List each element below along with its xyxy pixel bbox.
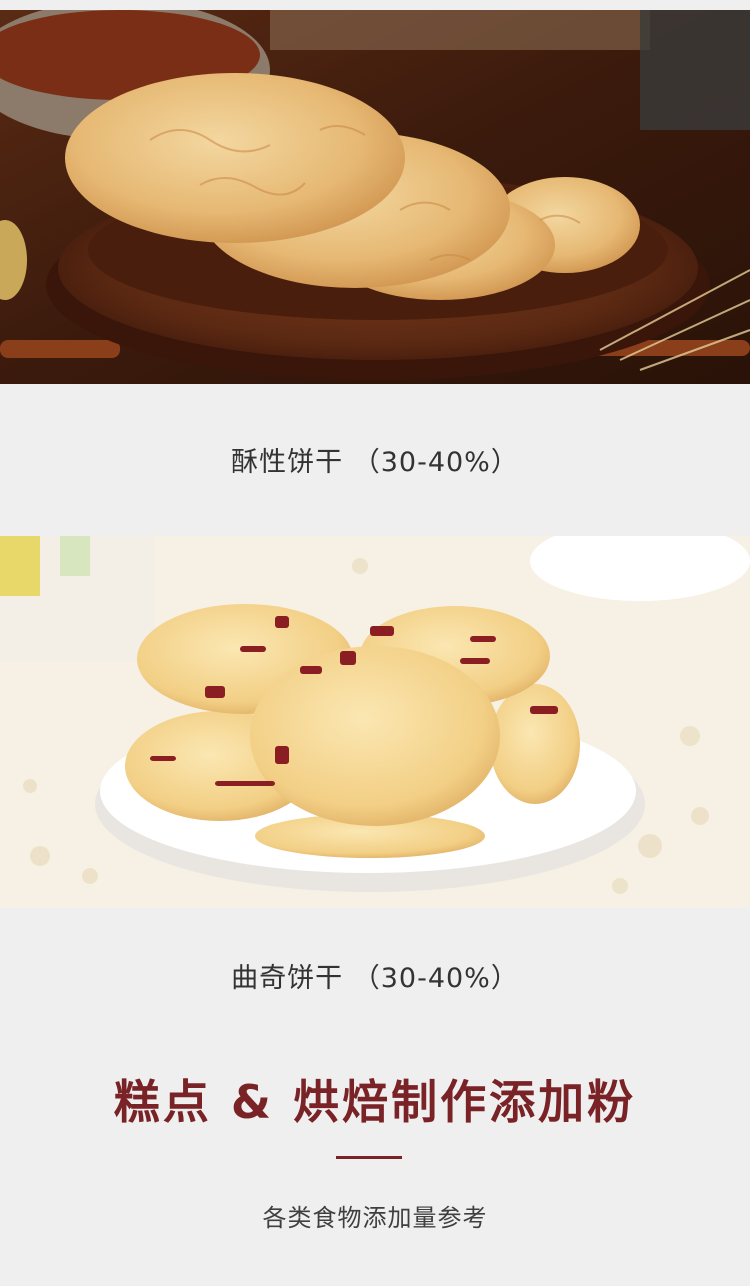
cookie-photo bbox=[0, 536, 750, 908]
shortbread-biscuit-photo bbox=[0, 10, 750, 384]
section-heading: 糕点 & 烘焙制作添加粉 bbox=[113, 1075, 637, 1129]
shortbread-biscuit-caption: 酥性饼干 （30-40%） bbox=[231, 447, 519, 478]
heading-divider bbox=[336, 1156, 402, 1159]
product-detail-page: 酥性饼干 （30-40%） 曲奇饼干 （30-40%） 糕点 & 烘焙制作添加粉… bbox=[0, 0, 750, 1286]
section-subheading: 各类食物添加量参考 bbox=[262, 1204, 488, 1232]
cookie-caption: 曲奇饼干 （30-40%） bbox=[231, 963, 519, 994]
